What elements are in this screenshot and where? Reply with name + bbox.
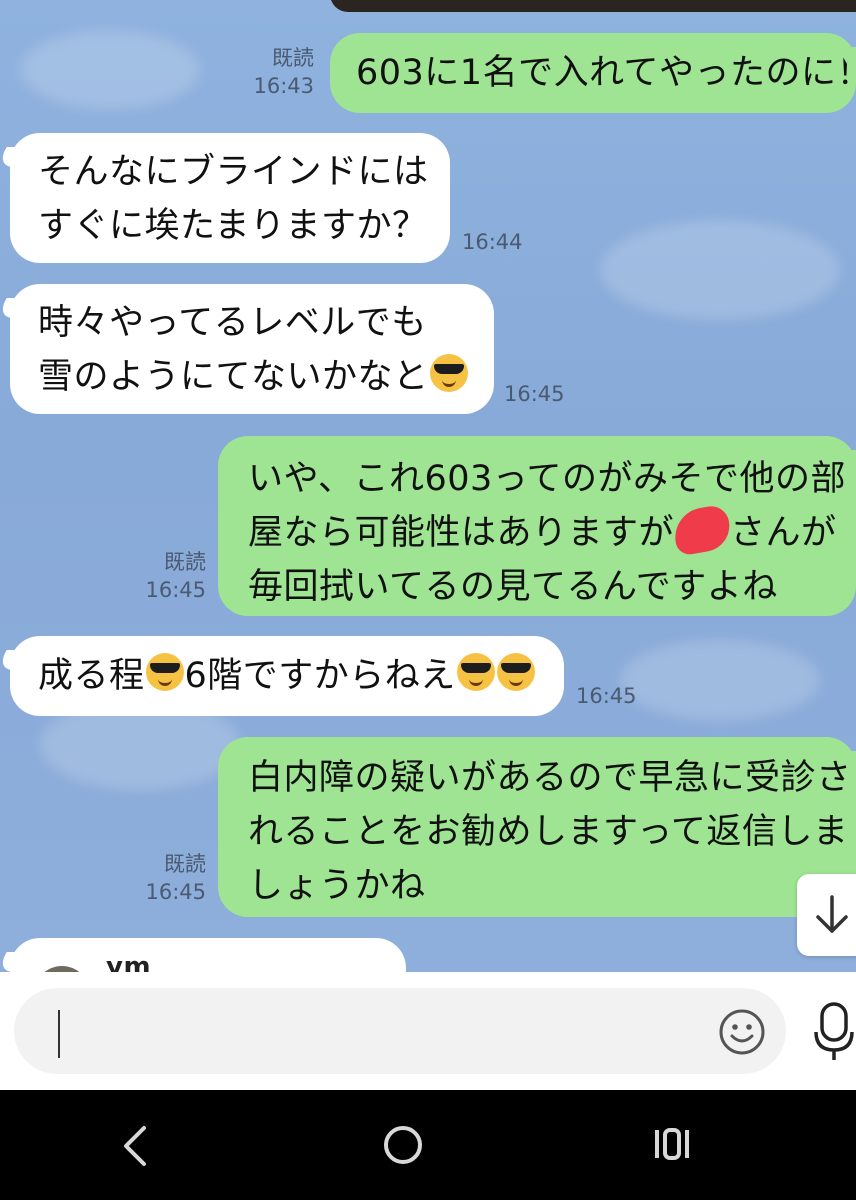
back-icon[interactable] [118,1124,152,1168]
message-line: 成る程 [38,656,145,696]
message-time-3: 16:45 [504,382,565,406]
message-line: 毎回拭いてるの見てるんですよね [248,567,778,607]
message-line: さんが [730,513,837,553]
incoming-message-3[interactable]: 成る程 6階ですからねえ [10,636,564,716]
outgoing-message-3[interactable]: 白内障の疑いがあるので早急に受診さ れることをお勧めしますって返信しま しょうか… [218,737,856,917]
redaction-mark [670,503,734,557]
message-input[interactable] [14,988,786,1074]
system-navigation-bar [0,1090,856,1200]
smile-icon[interactable] [718,1008,766,1056]
message-line: 屋なら可能性はありますが [248,513,675,553]
message-time-5: 16:45 [576,684,637,708]
outgoing-message-1[interactable]: 603に1名で入れてやったのに！ [330,33,856,113]
previous-photo-message[interactable] [330,0,856,12]
incoming-message-partial[interactable]: ym [10,938,406,972]
message-line: 6階ですからねえ [184,656,456,696]
message-line: 雪のようにてないかなと [38,357,429,397]
scroll-to-bottom-button[interactable] [797,874,856,956]
sunglasses-emoji-icon [496,653,535,691]
read-receipt-6: 既読 16:45 [145,852,206,904]
incoming-message-2[interactable]: 時々やってるレベルでも 雪のようにてないかなと [10,284,494,414]
text-cursor [58,1010,60,1058]
outgoing-message-2[interactable]: いや、これ603ってのがみそで他の部 屋なら可能性はありますが さんが 毎回拭いて… [218,436,856,616]
chat-area[interactable]: 既読 16:43 603に1名で入れてやったのに！ そんなにブラインドには すぐ… [0,0,856,972]
recents-icon[interactable] [652,1124,692,1164]
read-receipt-4: 既読 16:45 [145,550,206,602]
message-line: すぐに埃たまりますか？ [38,206,428,246]
incoming-message-1[interactable]: そんなにブラインドには すぐに埃たまりますか？ [10,133,450,263]
sunglasses-emoji-icon [145,653,184,691]
message-line: 時々やってるレベルでも [38,303,427,343]
home-icon[interactable] [382,1124,424,1166]
message-time-2: 16:44 [462,230,523,254]
message-line: れることをお勧めしますって返信しま [248,812,849,852]
microphone-icon[interactable] [812,1002,856,1062]
sunglasses-emoji-icon [429,354,468,392]
sender-name: ym [106,952,152,972]
message-text: 603に1名で入れてやったのに！ [356,53,856,93]
message-line: そんなにブラインドには [38,152,429,192]
sunglasses-emoji-icon [456,653,495,691]
message-line: いや、これ603ってのがみそで他の部 [248,459,847,499]
message-line: 白内障の疑いがあるので早急に受診さ [248,758,852,798]
read-receipt-1: 既読 16:43 [253,46,314,98]
message-composer [0,972,856,1090]
message-line: しょうかね [248,866,426,906]
arrow-down-icon [816,895,848,933]
